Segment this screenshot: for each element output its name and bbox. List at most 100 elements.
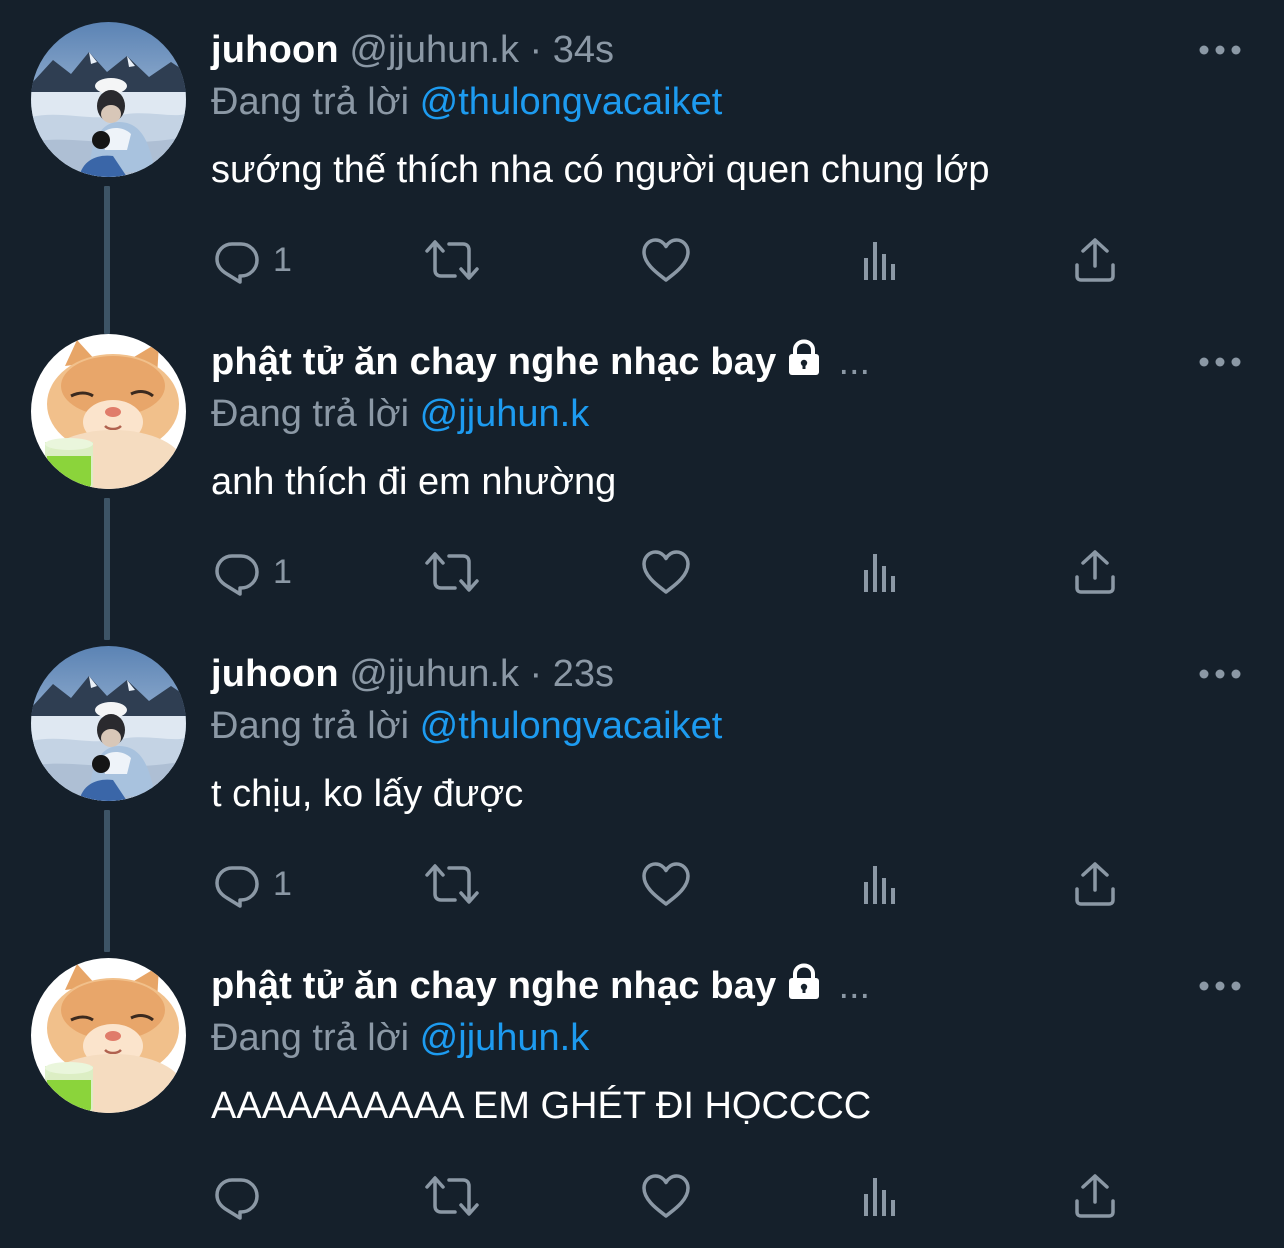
lock-icon (784, 338, 824, 378)
retweet-button[interactable] (424, 856, 480, 912)
tweet-header: phật tử ăn chay nghe nhạc bay... (211, 962, 870, 1010)
lock-icon (784, 962, 824, 1002)
like-button[interactable] (640, 232, 692, 288)
username[interactable]: @jjuhun.k (349, 653, 519, 695)
like-icon (640, 236, 692, 284)
display-name[interactable]: phật tử ăn chay nghe nhạc bay (211, 965, 776, 1007)
like-icon (640, 1172, 692, 1220)
like-button[interactable] (640, 1168, 692, 1224)
reply-button[interactable]: 1 (213, 232, 292, 288)
more-icon[interactable] (1196, 662, 1244, 686)
tweet-text: sướng thế thích nha có người quen chung … (211, 149, 990, 191)
tweet-text: AAAAAAAAAA EM GHÉT ĐI HỌCCCC (211, 1085, 872, 1127)
more-icon[interactable] (1196, 350, 1244, 374)
like-icon (640, 860, 692, 908)
views-icon (860, 548, 904, 596)
reply-icon (213, 1172, 261, 1220)
retweet-button[interactable] (424, 232, 480, 288)
retweet-button[interactable] (424, 1168, 480, 1224)
conversation-thread: juhoon @jjuhun.k · 34s Đang trả lời @thu… (0, 0, 1284, 1243)
thread-connector (104, 498, 110, 640)
action-bar: 1 (211, 856, 1151, 912)
avatar[interactable] (31, 646, 186, 801)
replying-to: Đang trả lời @thulongvacaiket (211, 78, 722, 126)
reply-mention-link[interactable]: @jjuhun.k (420, 393, 590, 435)
tweet[interactable]: phật tử ăn chay nghe nhạc bay... Đang tr… (0, 936, 1284, 1248)
reply-prefix: Đang trả lời (211, 81, 410, 123)
retweet-button[interactable] (424, 544, 480, 600)
separator-dot: · (529, 653, 543, 695)
more-icon[interactable] (1196, 974, 1244, 998)
replying-to: Đang trả lời @thulongvacaiket (211, 702, 722, 750)
tweet[interactable]: juhoon @jjuhun.k · 23s Đang trả lời @thu… (0, 624, 1284, 952)
retweet-icon (424, 1172, 480, 1220)
reply-prefix: Đang trả lời (211, 705, 410, 747)
action-bar: 1 (211, 544, 1151, 600)
tweet-header: juhoon @jjuhun.k · 34s (211, 26, 614, 74)
snow-landscape-photo (31, 646, 186, 801)
reply-button[interactable] (213, 1168, 273, 1224)
share-button[interactable] (1073, 856, 1117, 912)
tweet-header: juhoon @jjuhun.k · 23s (211, 650, 614, 698)
retweet-icon (424, 860, 480, 908)
timestamp[interactable]: 23s (553, 653, 614, 695)
views-icon (860, 860, 904, 908)
display-name[interactable]: juhoon (211, 29, 339, 71)
like-button[interactable] (640, 544, 692, 600)
reply-mention-link[interactable]: @thulongvacaiket (420, 81, 723, 123)
share-icon (1073, 548, 1117, 596)
tweet-header: phật tử ăn chay nghe nhạc bay... (211, 338, 870, 386)
share-icon (1073, 860, 1117, 908)
share-button[interactable] (1073, 1168, 1117, 1224)
tweet[interactable]: phật tử ăn chay nghe nhạc bay... Đang tr… (0, 312, 1284, 640)
truncation-ellipsis: ... (838, 965, 871, 1007)
thread-connector (104, 810, 110, 952)
truncation-ellipsis: ... (838, 341, 871, 383)
snow-landscape-photo (31, 22, 186, 177)
display-name[interactable]: phật tử ăn chay nghe nhạc bay (211, 341, 776, 383)
like-button[interactable] (640, 856, 692, 912)
more-icon[interactable] (1196, 38, 1244, 62)
reply-icon (213, 860, 261, 908)
like-icon (640, 548, 692, 596)
share-button[interactable] (1073, 232, 1117, 288)
reply-button[interactable]: 1 (213, 544, 292, 600)
views-icon (860, 236, 904, 284)
views-button[interactable] (860, 1168, 904, 1224)
avatar[interactable] (31, 334, 186, 489)
tweet-text: anh thích đi em nhường (211, 461, 617, 503)
views-button[interactable] (860, 544, 904, 600)
reply-mention-link[interactable]: @thulongvacaiket (420, 705, 723, 747)
retweet-icon (424, 236, 480, 284)
tweet[interactable]: juhoon @jjuhun.k · 34s Đang trả lời @thu… (0, 0, 1284, 334)
display-name[interactable]: juhoon (211, 653, 339, 695)
reply-icon (213, 236, 261, 284)
share-icon (1073, 236, 1117, 284)
reply-mention-link[interactable]: @jjuhun.k (420, 1017, 590, 1059)
replying-to: Đang trả lời @jjuhun.k (211, 390, 589, 438)
share-icon (1073, 1172, 1117, 1220)
views-icon (860, 1172, 904, 1220)
reply-prefix: Đang trả lời (211, 1017, 410, 1059)
avatar[interactable] (31, 22, 186, 177)
reply-prefix: Đang trả lời (211, 393, 410, 435)
cat-with-drink-photo (31, 334, 186, 489)
action-bar (211, 1168, 1151, 1224)
reply-icon (213, 548, 261, 596)
avatar[interactable] (31, 958, 186, 1113)
timestamp[interactable]: 34s (553, 29, 614, 71)
action-bar: 1 (211, 232, 1151, 288)
views-button[interactable] (860, 856, 904, 912)
reply-count: 1 (273, 552, 292, 591)
tweet-text: t chịu, ko lấy được (211, 773, 524, 815)
retweet-icon (424, 548, 480, 596)
cat-with-drink-photo (31, 958, 186, 1113)
share-button[interactable] (1073, 544, 1117, 600)
views-button[interactable] (860, 232, 904, 288)
reply-count: 1 (273, 240, 292, 279)
reply-button[interactable]: 1 (213, 856, 292, 912)
username[interactable]: @jjuhun.k (349, 29, 519, 71)
reply-count: 1 (273, 864, 292, 903)
separator-dot: · (529, 29, 543, 71)
replying-to: Đang trả lời @jjuhun.k (211, 1014, 589, 1062)
